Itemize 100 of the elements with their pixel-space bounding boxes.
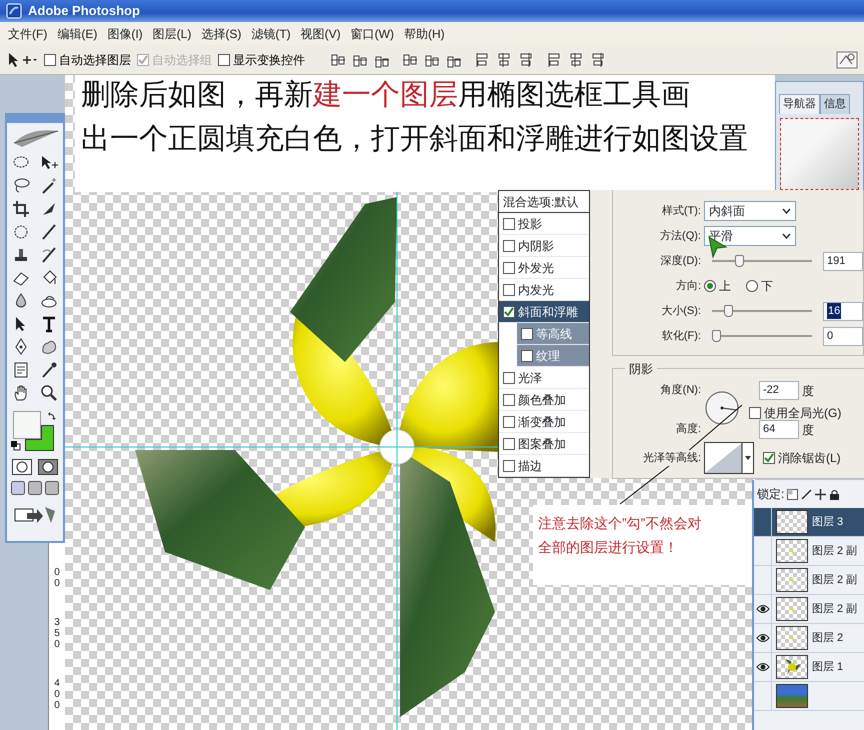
background-color-swatch[interactable] [25,425,54,451]
move-icon[interactable] [40,154,58,172]
standard-mode-icon[interactable] [12,459,32,475]
palette-tab[interactable]: 导航器 [779,94,820,114]
menu-item[interactable]: 图层(L) [148,24,196,42]
eye-icon[interactable] [756,633,770,643]
lasso-icon[interactable] [12,177,30,195]
stamp-icon[interactable] [12,246,30,264]
palette-tab[interactable]: 信息 [820,94,850,114]
type-icon[interactable] [40,315,58,333]
checkbox[interactable] [763,452,775,464]
screen-mode-icon[interactable] [11,481,25,495]
style-list-item[interactable]: 渐变叠加 [499,411,589,433]
menu-item[interactable]: 窗口(W) [346,24,399,42]
distribute-icon[interactable] [474,52,490,68]
menu-item[interactable]: 选择(S) [196,24,246,42]
checkbox[interactable] [218,54,230,66]
window-title: Adobe Photoshop [28,2,140,20]
value-field[interactable]: 191 [823,252,863,270]
radio-button[interactable] [704,280,716,292]
value-field[interactable]: 64 [759,420,799,439]
checkbox[interactable] [503,394,515,406]
checkbox[interactable] [521,328,533,340]
radio-button[interactable] [746,280,758,292]
dropdown[interactable]: 内斜面 [704,201,796,221]
checkbox[interactable] [503,306,515,318]
layer-row[interactable]: 图层 2 副 [754,537,864,566]
lock-transparency-icon[interactable] [787,488,798,500]
foreground-color-swatch[interactable] [13,411,41,439]
style-list-item[interactable]: 斜面和浮雕 [499,301,589,323]
layer-row[interactable]: 图层 3 [754,508,864,537]
magic-wand-icon[interactable] [40,177,58,195]
file-browser-icon[interactable] [836,50,858,70]
angle-dial[interactable] [704,390,740,426]
notes-icon[interactable] [12,361,30,379]
move-tool-icon[interactable] [6,50,38,68]
quick-mask-icon[interactable] [38,459,58,475]
checkbox[interactable] [503,416,515,428]
style-list-item[interactable]: 图案叠加 [499,433,589,455]
brush-icon[interactable] [40,223,58,241]
align-icon[interactable] [402,52,418,68]
menu-item[interactable]: 编辑(E) [52,24,102,42]
lock-move-icon[interactable] [815,488,826,500]
menu-item[interactable]: 视图(V) [296,24,346,42]
ruler-label: 400 [53,678,61,711]
layer-thumbnail [776,655,808,679]
value-field[interactable]: 16 [823,302,863,320]
checkbox[interactable] [503,438,515,450]
style-list-item[interactable]: 颜色叠加 [499,389,589,411]
style-list-item[interactable]: 描边 [499,455,589,477]
style-list-header[interactable]: 混合选项:默认 [499,191,589,213]
default-colors-icon[interactable] [11,441,21,451]
contour-picker[interactable] [704,442,754,474]
zoom-icon[interactable] [40,384,58,402]
eye-icon[interactable] [756,604,770,614]
distribute-icon[interactable] [590,52,606,68]
distribute-icon[interactable] [496,52,512,68]
unit-label: 度 [802,422,814,438]
style-list-item[interactable]: 内阴影 [499,235,589,257]
checkbox[interactable] [503,262,515,274]
checkbox[interactable] [503,460,515,472]
distribute-icon[interactable] [568,52,584,68]
checkbox[interactable] [503,284,515,296]
value-field[interactable]: -22 [759,381,799,400]
slider-thumb[interactable] [712,330,721,342]
style-list-item[interactable]: 投影 [499,213,589,235]
dropdown[interactable]: 平滑 [704,226,796,246]
value-field[interactable]: 0 [823,326,863,346]
swap-colors-icon[interactable] [47,411,57,421]
align-icon[interactable] [330,52,346,68]
crop-icon[interactable] [12,200,30,218]
slider-thumb[interactable] [724,305,733,317]
layer-row[interactable] [754,682,864,711]
lock-brush-icon[interactable] [801,488,812,500]
checkbox[interactable] [503,372,515,384]
shape-icon[interactable] [40,338,58,356]
menu-item[interactable]: 文件(F) [3,24,52,42]
style-list-item[interactable]: 光泽 [499,367,589,389]
checkbox[interactable] [749,407,761,419]
distribute-icon[interactable] [546,52,562,68]
screen-mode-icon[interactable] [28,481,42,495]
checkbox[interactable] [503,218,515,230]
slider-thumb[interactable] [734,255,744,267]
layer-row[interactable]: 图层 2 副 [754,595,864,624]
checkbox[interactable] [44,54,56,66]
menu-item[interactable]: 帮助(H) [398,24,450,42]
layer-row[interactable]: 图层 2 副 [754,566,864,595]
layer-thumbnail [776,539,808,563]
layer-row[interactable]: 图层 2 [754,624,864,653]
eye-icon[interactable] [756,662,770,672]
screen-mode-icon[interactable] [45,481,59,495]
distribute-icon[interactable] [518,52,534,68]
menu-item[interactable]: 图像(I) [102,24,148,42]
lock-icon[interactable] [829,488,840,500]
eyedropper-icon[interactable] [40,361,58,379]
layer-row[interactable]: 图层 1 [754,653,864,682]
checkbox[interactable] [521,350,533,362]
checkbox[interactable] [503,240,515,252]
menu-item[interactable]: 滤镜(T) [246,24,296,42]
style-list-item[interactable]: 外发光 [499,257,589,279]
